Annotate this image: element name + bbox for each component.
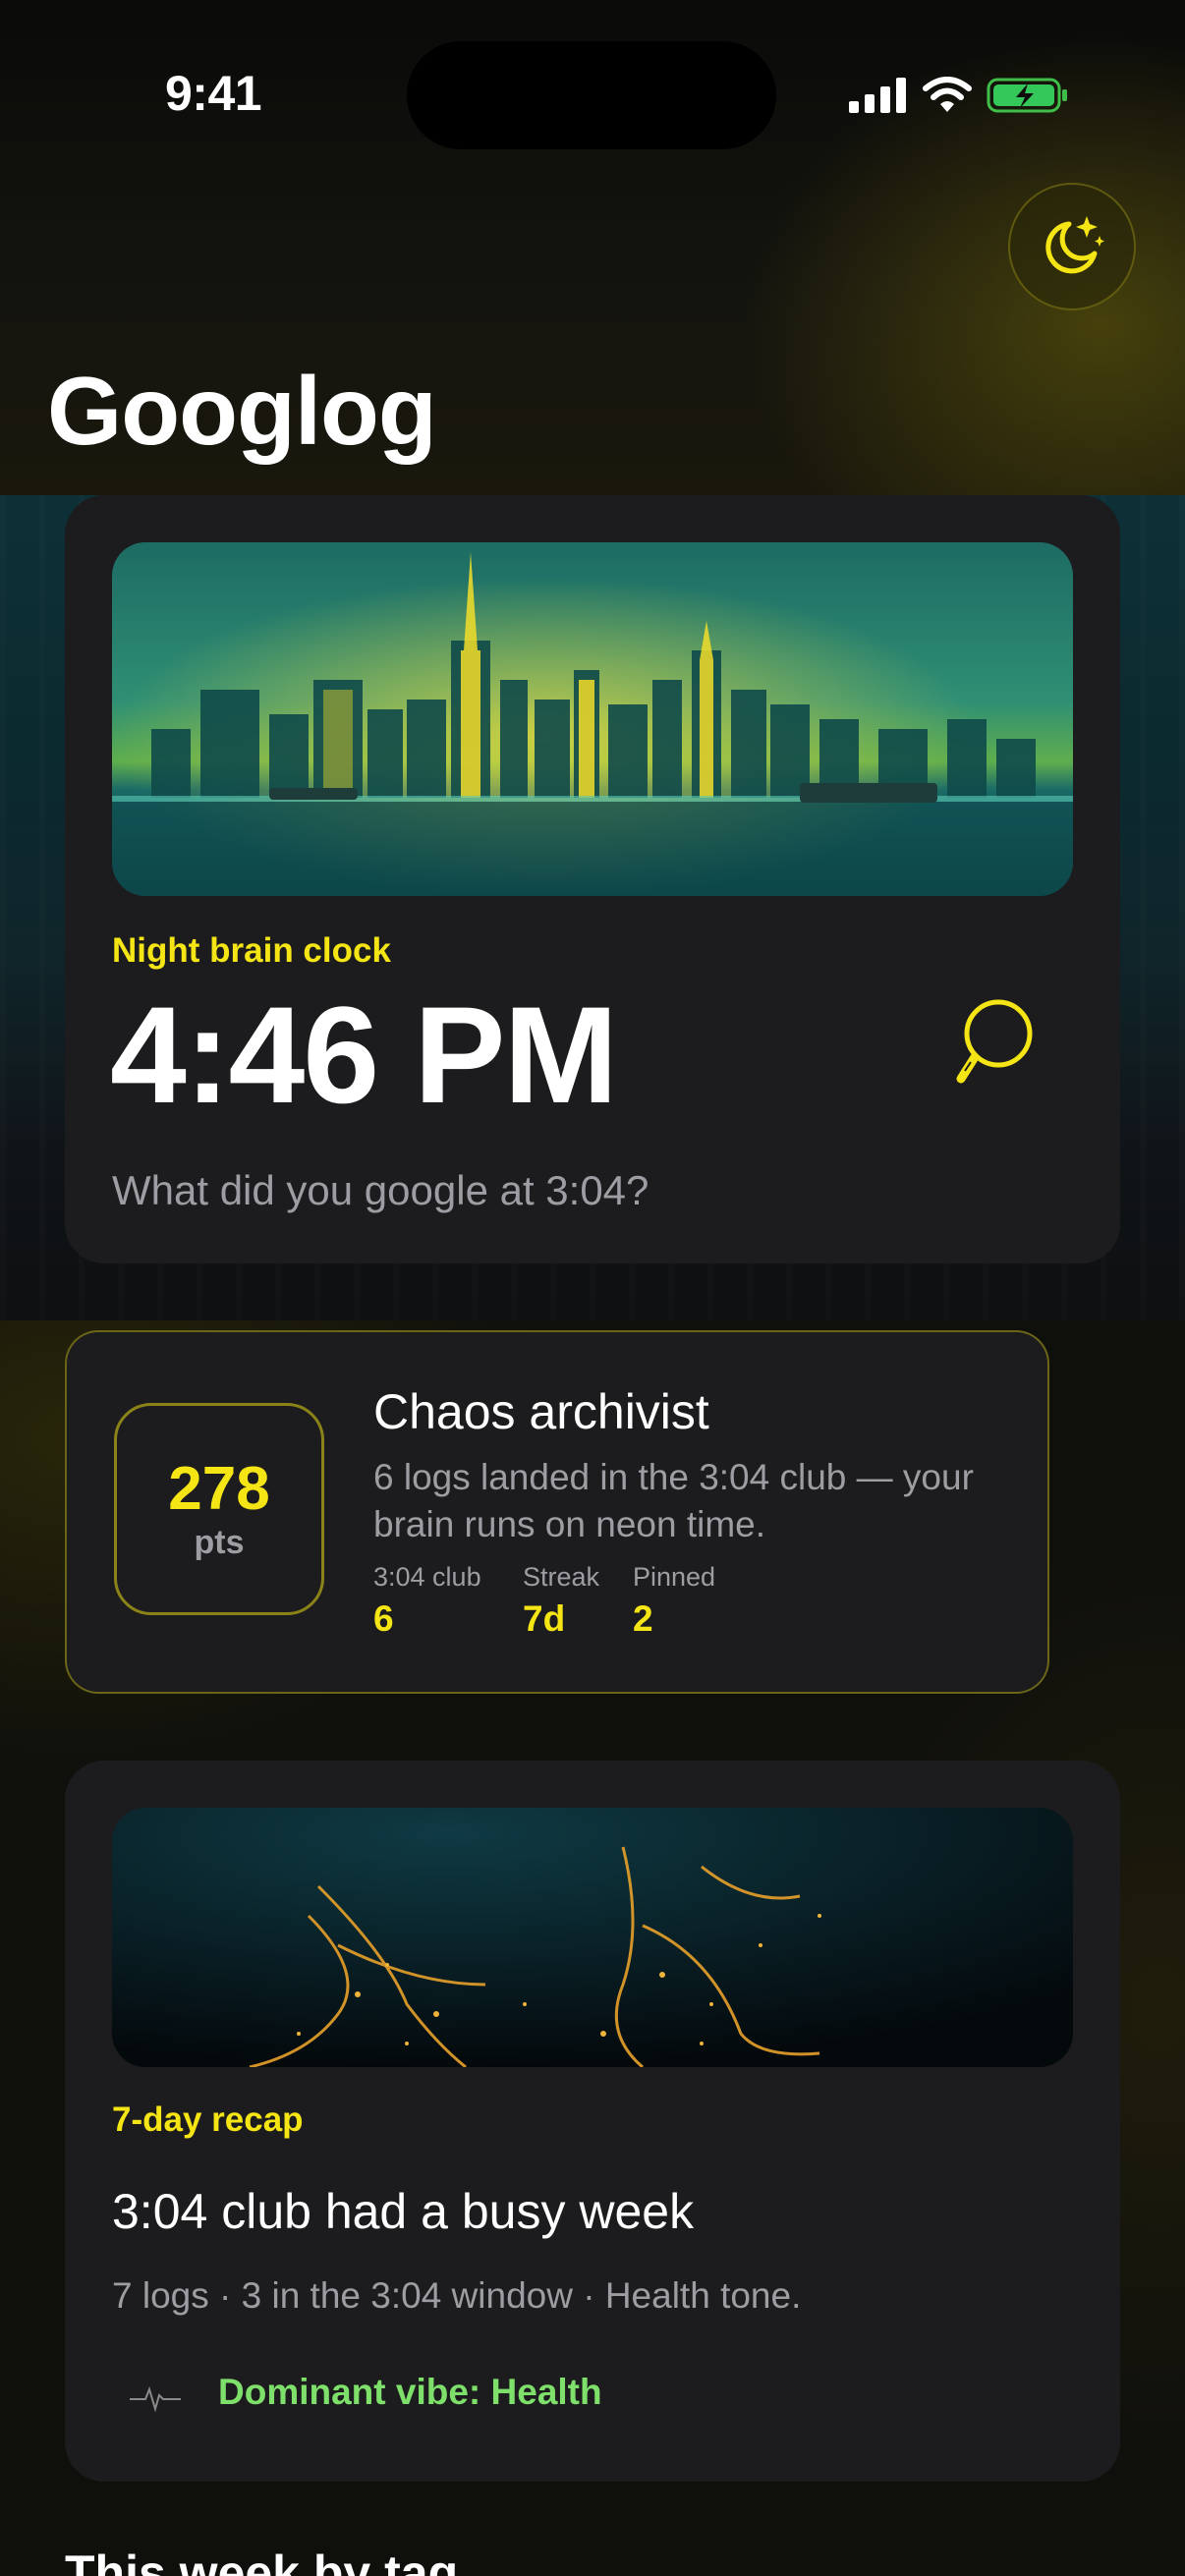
stat-club: 3:04 club 6 (373, 1562, 481, 1640)
magnifier-icon (956, 999, 1033, 1084)
recap-title: 3:04 club had a busy week (112, 2184, 695, 2239)
wifi-icon (923, 77, 972, 112)
clock-eyebrow: Night brain clock (112, 931, 391, 970)
stat-label: Streak (523, 1562, 600, 1592)
recap-eyebrow: 7-day recap (112, 2100, 304, 2139)
dynamic-island (407, 41, 776, 149)
recap-summary: 7 logs · 3 in the 3:04 window · Health t… (112, 2275, 802, 2316)
clock-time: 4:46 PM (110, 978, 618, 1132)
page-title: Googlog (47, 357, 437, 465)
points-badge: 278 pts (114, 1403, 324, 1615)
score-card[interactable]: 278 pts Chaos archivist 6 logs landed in… (65, 1330, 1049, 1694)
night-mode-button[interactable] (1008, 183, 1136, 310)
clock-prompt: What did you google at 3:04? (112, 1167, 649, 1213)
section-title: This week by tag (65, 2546, 459, 2576)
night-clock-card[interactable]: Night brain clock 4:46 PM What did you g… (65, 495, 1120, 1263)
stat-value: 2 (633, 1598, 653, 1639)
stat-value: 7d (523, 1598, 566, 1639)
status-icons (849, 75, 1069, 116)
moon-stars-icon (1045, 216, 1104, 274)
recap-card[interactable]: 7-day recap 3:04 club had a busy week 7 … (65, 1761, 1120, 2482)
stat-pinned: Pinned 2 (633, 1562, 715, 1640)
battery-charging-icon (987, 78, 1067, 113)
score-description: 6 logs landed in the 3:04 club — your br… (373, 1457, 974, 1544)
points-value: 278 (168, 1455, 270, 1524)
particles-image (112, 1808, 1073, 2067)
stat-label: Pinned (633, 1562, 716, 1592)
points-label: pts (194, 1523, 245, 1561)
pulse-icon (130, 2385, 181, 2413)
score-title: Chaos archivist (373, 1384, 709, 1439)
neon-city-image (112, 542, 1073, 896)
dominant-vibe: Dominant vibe: Health (218, 2372, 602, 2412)
stat-streak: Streak 7d (523, 1562, 599, 1640)
stat-value: 6 (373, 1598, 394, 1639)
signal-icon (849, 78, 906, 113)
stat-label: 3:04 club (373, 1562, 481, 1592)
status-time: 9:41 (165, 66, 262, 121)
